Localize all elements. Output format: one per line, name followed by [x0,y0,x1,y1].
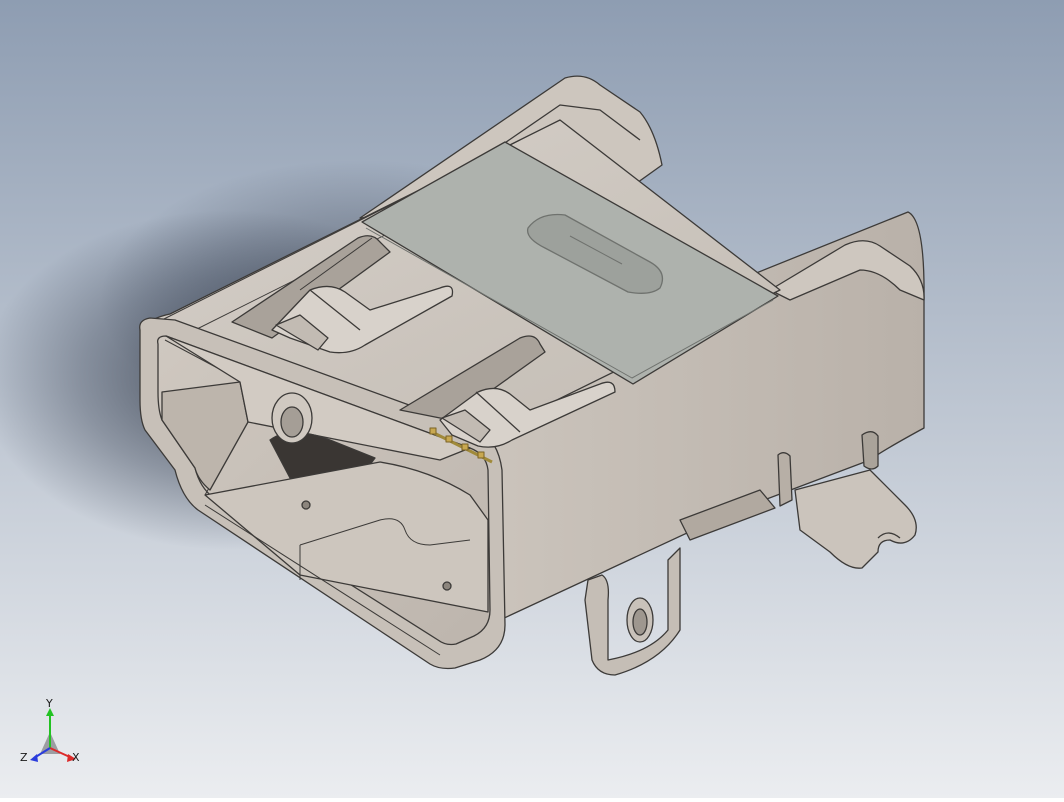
graphics-viewport[interactable]: Y Z X [0,0,1064,798]
gold-contact-3 [461,443,469,451]
gold-contact-4 [477,451,485,459]
model-canvas[interactable]: Y Z X [0,0,1064,798]
triad-z-label: Z [20,751,28,764]
triad-y-label: Y [45,697,53,710]
side-mount-hole [861,431,879,470]
floor-pin-hole-2 [442,581,452,591]
gold-contact [429,427,437,435]
side-slot [777,452,793,507]
triad-x-label: X [72,751,80,764]
gold-contact-2 [445,435,453,443]
floor-pin-hole [301,500,311,510]
